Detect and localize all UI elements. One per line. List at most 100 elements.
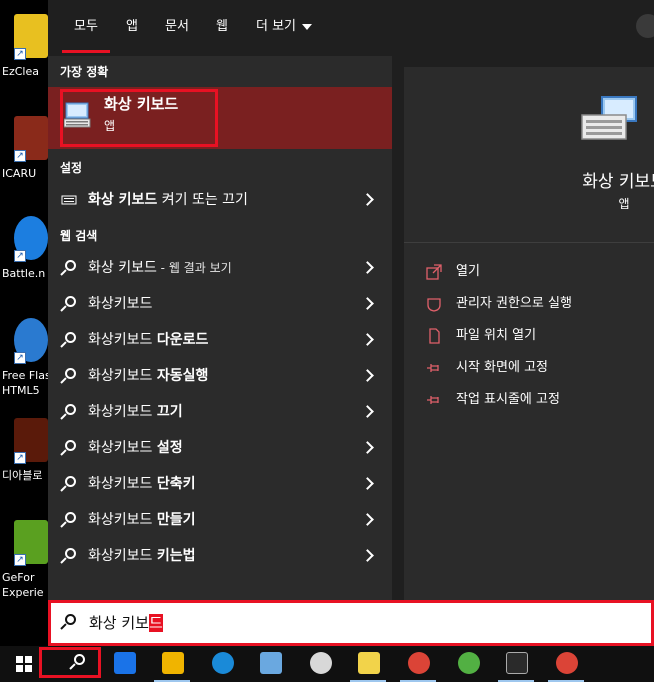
- web-result-item[interactable]: 화상키보드 다운로드: [48, 322, 392, 358]
- kakao-app-icon: [358, 652, 380, 674]
- chevron-right-icon[interactable]: [361, 477, 374, 490]
- search-box[interactable]: 화상 키보드: [48, 600, 654, 646]
- search-typed-text: 화상 키보: [89, 614, 149, 632]
- file-location-icon: [429, 328, 440, 344]
- web-result-bold: 단축키: [156, 476, 196, 492]
- chevron-right-icon[interactable]: [361, 405, 374, 418]
- desktop-icon-geforce[interactable]: ↗ GeFor Experie: [0, 520, 48, 616]
- settings-result-bold: 화상 키보드: [88, 192, 158, 208]
- web-result-label: 화상키보드 설정: [88, 430, 183, 466]
- chevron-right-icon[interactable]: [361, 193, 374, 206]
- settings-result-label: 화상 키보드 켜기 또는 끄기: [88, 182, 248, 218]
- taskbar-app-internet-explorer[interactable]: [198, 646, 246, 682]
- xbox-icon: [458, 652, 480, 674]
- web-result-item[interactable]: 화상키보드 설정: [48, 430, 392, 466]
- desktop-icon-icarus[interactable]: ↗ ICARU: [0, 116, 48, 212]
- search-icon: [60, 332, 77, 348]
- desktop-icon-diablo[interactable]: ↗ 디아블로: [0, 418, 48, 514]
- web-result-item[interactable]: 화상키보드 키는법: [48, 538, 392, 574]
- search-icon: [60, 548, 77, 564]
- pin-icon: [427, 364, 439, 372]
- filter-tabs: 모두 앱 문서 웹 더 보기: [48, 0, 654, 56]
- settings-result-item[interactable]: 화상 키보드 켜기 또는 끄기: [48, 182, 392, 218]
- tab-documents[interactable]: 문서: [156, 0, 198, 56]
- tab-label: 앱: [126, 19, 138, 34]
- web-result-label: 화상키보드 단축키: [88, 466, 196, 502]
- web-result-label: 화상키보드 다운로드: [88, 322, 208, 358]
- tab-web[interactable]: 웹: [208, 0, 236, 56]
- chevron-right-icon[interactable]: [361, 369, 374, 382]
- web-result-text: 화상키보드: [88, 404, 157, 420]
- taskbar-app-xbox[interactable]: [444, 646, 492, 682]
- search-icon: [60, 368, 77, 384]
- chrome-icon: [408, 652, 430, 674]
- web-result-text: 화상키보드: [88, 548, 157, 564]
- taskbar-app-file-explorer[interactable]: [148, 646, 196, 682]
- desktop-icon-ezclean[interactable]: ↗ EzClea: [0, 14, 48, 110]
- chevron-right-icon[interactable]: [361, 297, 374, 310]
- shield-icon: [427, 298, 441, 312]
- search-composing-char: 드: [148, 614, 163, 632]
- on-screen-keyboard-large-icon: [581, 96, 637, 140]
- start-search-panel: 모두 앱 문서 웹 더 보기 가장 정확 화상 키보드 앱 설정 화상 키보드 …: [48, 0, 654, 600]
- settings-result-rest: 켜기 또는 끄기: [157, 192, 248, 208]
- taskbar-app-chrome[interactable]: [394, 646, 442, 682]
- taskbar-app-mascot[interactable]: [296, 646, 344, 682]
- web-result-item[interactable]: 화상키보드 자동실행: [48, 358, 392, 394]
- web-result-item[interactable]: 화상키보드: [48, 286, 392, 322]
- section-settings: 설정: [60, 161, 83, 175]
- windows-logo-icon: [16, 656, 32, 672]
- chevron-right-icon[interactable]: [361, 261, 374, 274]
- web-result-item[interactable]: 화상키보드 단축키: [48, 466, 392, 502]
- web-result-label: 화상키보드 만들기: [88, 502, 196, 538]
- web-result-text: 화상키보드: [88, 440, 157, 456]
- tab-more[interactable]: 더 보기: [248, 0, 320, 56]
- action-label: 열기: [456, 264, 480, 279]
- action-label: 파일 위치 열기: [456, 328, 537, 343]
- web-result-bold: 끄기: [156, 404, 183, 420]
- taskbar-app-kakao[interactable]: [344, 646, 392, 682]
- pin-icon: [427, 396, 439, 404]
- section-best-match: 가장 정확: [60, 65, 109, 79]
- detail-subtitle: 앱: [618, 197, 630, 211]
- taskbar-app-terminal[interactable]: [492, 646, 540, 682]
- tab-label: 더 보기: [255, 19, 296, 34]
- web-result-item[interactable]: 화상 키보드 - 웹 결과 보기: [48, 250, 392, 286]
- web-result-item[interactable]: 화상키보드 끄기: [48, 394, 392, 430]
- action-label: 작업 표시줄에 고정: [456, 392, 560, 407]
- tab-label: 모두: [74, 19, 98, 34]
- tab-label: 문서: [165, 19, 189, 34]
- chevron-right-icon[interactable]: [361, 333, 374, 346]
- section-web-search: 웹 검색: [60, 229, 98, 243]
- keyboard-icon: [61, 195, 77, 205]
- detail-pane: 화상 키보드 앱 열기 관리자 권한으로 실행 파일 위치 열기: [404, 67, 654, 600]
- chrome-icon: [556, 652, 578, 674]
- search-icon: [60, 260, 77, 276]
- web-result-bold: 키는법: [156, 548, 196, 564]
- action-label: 시작 화면에 고정: [456, 360, 548, 375]
- internet-explorer-icon: [212, 652, 234, 674]
- tab-all[interactable]: 모두: [62, 0, 110, 56]
- chevron-right-icon[interactable]: [361, 549, 374, 562]
- taskbar-app-chrome-2[interactable]: [542, 646, 590, 682]
- chevron-right-icon[interactable]: [361, 513, 374, 526]
- results-list: 가장 정확 화상 키보드 앱 설정 화상 키보드 켜기 또는 끄기 웹 검색 화…: [48, 56, 392, 600]
- action-label: 관리자 권한으로 실행: [456, 296, 572, 311]
- chevron-right-icon[interactable]: [361, 441, 374, 454]
- shortcut-arrow-icon: ↗: [14, 554, 26, 566]
- taskbar-app-generic[interactable]: [246, 646, 294, 682]
- web-result-text: 화상키보드: [88, 512, 157, 528]
- highlight-box: [60, 89, 218, 147]
- search-input[interactable]: 화상 키보드: [89, 603, 163, 643]
- taskbar-app-calendar[interactable]: [100, 646, 148, 682]
- avatar[interactable]: [636, 14, 654, 38]
- tab-apps[interactable]: 앱: [118, 0, 146, 56]
- detail-title: 화상 키보드: [582, 172, 654, 192]
- desktop-icon-battlenet[interactable]: ↗ Battle.n: [0, 216, 48, 312]
- search-icon: [60, 404, 77, 420]
- highlight-box: [39, 647, 101, 678]
- web-result-text: 화상키보드: [88, 332, 157, 348]
- web-result-item[interactable]: 화상키보드 만들기: [48, 502, 392, 538]
- desktop-icon-flash[interactable]: ↗ Free Flas HTML5: [0, 318, 51, 414]
- calendar-icon: [114, 652, 136, 674]
